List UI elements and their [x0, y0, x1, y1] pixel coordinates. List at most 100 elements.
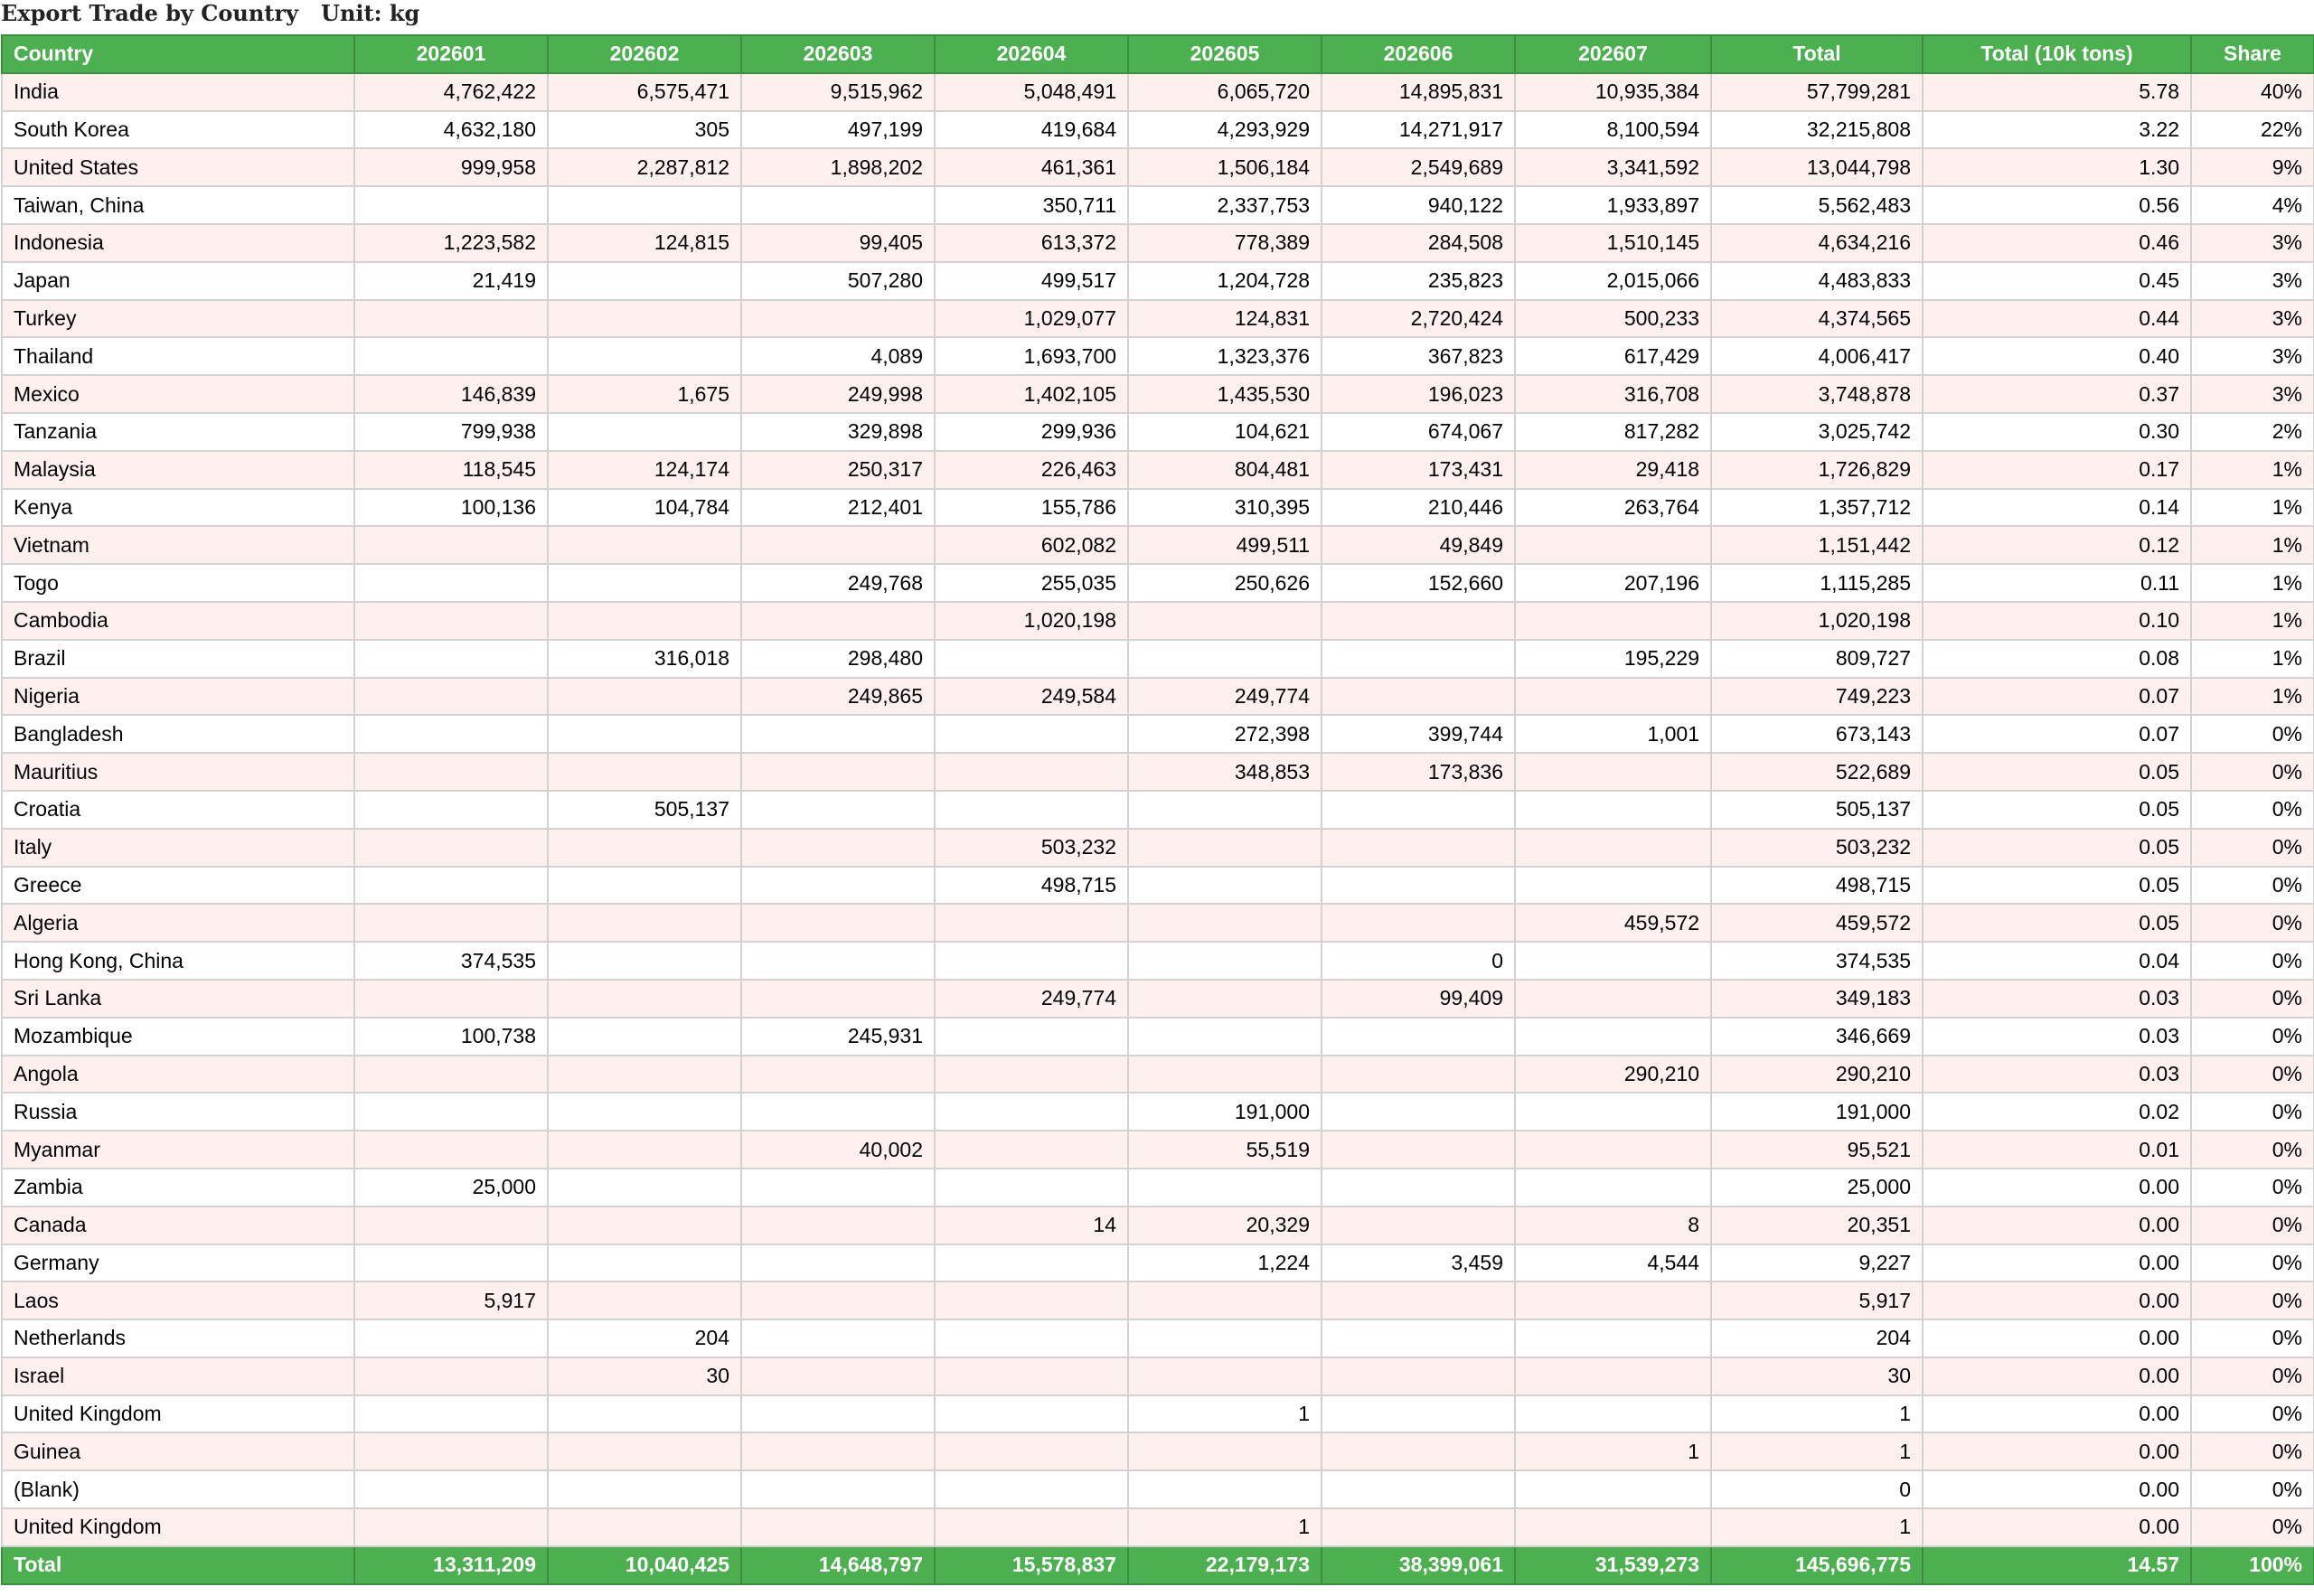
value-cell: 4,006,417	[1710, 336, 1924, 377]
value-cell	[1321, 903, 1516, 944]
value-cell	[1321, 1167, 1516, 1207]
value-cell: 8	[1514, 1205, 1712, 1245]
value-cell: 124,831	[1127, 298, 1322, 339]
value-cell	[547, 1092, 742, 1132]
value-cell	[1514, 941, 1712, 981]
value-cell	[740, 1432, 936, 1472]
value-cell	[934, 1016, 1129, 1056]
country-cell: Nigeria	[1, 676, 355, 717]
value-cell	[547, 185, 742, 225]
table-row: Thailand 4,089 1,693,700 1,323,376 367,823 61…	[1, 336, 2314, 377]
value-cell: 940,122	[1321, 185, 1516, 225]
value-cell: 399,744	[1321, 714, 1516, 755]
value-cell: 0	[1321, 941, 1516, 981]
value-cell	[934, 1167, 1129, 1207]
value-cell	[353, 185, 549, 225]
value-cell: 57,799,281	[1710, 71, 1924, 112]
table-row: Russia 191,000 191,000 0.02 0%	[1, 1092, 2314, 1132]
value-cell	[1321, 1092, 1516, 1132]
value-cell	[1514, 1356, 1712, 1396]
value-cell: 461,361	[934, 147, 1129, 188]
country-cell: United Kingdom	[1, 1394, 355, 1434]
table-row: Japan 21,419 507,280 499,517 1,204,728 235,82…	[1, 260, 2314, 301]
value-cell	[1514, 752, 1712, 792]
value-cell: 505,137	[1710, 789, 1924, 830]
value-cell: 55,519	[1127, 1130, 1322, 1169]
table-row: Brazil 316,018 298,480 195,229 809,727 0.08 1%	[1, 638, 2314, 679]
value-cell: 0.00	[1922, 1356, 2192, 1396]
country-cell: Turkey	[1, 298, 355, 339]
value-cell	[353, 1319, 549, 1358]
total-value-cell: 15,578,837	[934, 1544, 1129, 1585]
value-cell: 497,199	[740, 109, 936, 150]
value-cell	[1514, 827, 1712, 868]
value-cell	[740, 298, 936, 339]
value-cell: 374,535	[353, 941, 549, 981]
value-cell: 250,317	[740, 449, 936, 490]
table-row: Laos 5,917 5,917 0.00 0%	[1, 1281, 2314, 1321]
value-cell	[740, 1394, 936, 1434]
value-cell	[353, 1243, 549, 1283]
value-cell: 25,000	[353, 1167, 549, 1207]
value-cell	[353, 789, 549, 830]
value-cell	[547, 525, 742, 566]
value-cell	[547, 1130, 742, 1169]
value-cell: 0.05	[1922, 789, 2192, 830]
value-cell: 0.00	[1922, 1432, 2192, 1472]
value-cell: 196,023	[1321, 374, 1516, 414]
value-cell: 173,836	[1321, 752, 1516, 792]
value-cell	[1514, 600, 1712, 641]
value-cell	[1514, 978, 1712, 1019]
value-cell	[1514, 1167, 1712, 1207]
value-cell: 1,402,105	[934, 374, 1129, 414]
column-header: 202604	[934, 34, 1129, 74]
country-cell: Bangladesh	[1, 714, 355, 755]
value-cell	[353, 752, 549, 792]
value-cell	[353, 1432, 549, 1472]
value-cell	[740, 185, 936, 225]
value-cell: 0.46	[1922, 222, 2192, 263]
column-header: Total (10k tons)	[1922, 34, 2192, 74]
value-cell: 298,480	[740, 638, 936, 679]
table-row: United Kingdom 1 1 0.00 0%	[1, 1507, 2314, 1547]
country-cell: Brazil	[1, 638, 355, 679]
value-cell	[934, 941, 1129, 981]
value-cell: 499,517	[934, 260, 1129, 301]
value-cell	[547, 1469, 742, 1510]
value-cell	[547, 714, 742, 755]
table-row: (Blank) 0 0.00 0%	[1, 1469, 2314, 1510]
value-cell: 25,000	[1710, 1167, 1924, 1207]
value-cell	[547, 1205, 742, 1245]
country-cell: Croatia	[1, 789, 355, 830]
value-cell	[1514, 1319, 1712, 1358]
value-cell: 0.56	[1922, 185, 2192, 225]
value-cell	[353, 1469, 549, 1510]
value-cell	[353, 1054, 549, 1094]
value-cell: 419,684	[934, 109, 1129, 150]
value-cell: 3.22	[1922, 109, 2192, 150]
value-cell: 1,115,285	[1710, 563, 1924, 603]
value-cell	[547, 1054, 742, 1094]
value-cell	[1514, 1092, 1712, 1132]
country-cell: Cambodia	[1, 600, 355, 641]
value-cell: 249,774	[934, 978, 1129, 1019]
table-footer: Total 13,311,209 10,040,425 14,648,797 15,57…	[1, 1544, 2314, 1585]
value-cell: 210,446	[1321, 487, 1516, 528]
value-cell: 367,823	[1321, 336, 1516, 377]
country-cell: Canada	[1, 1205, 355, 1245]
value-cell	[1321, 600, 1516, 641]
value-cell	[740, 827, 936, 868]
value-cell: 40,002	[740, 1130, 936, 1169]
value-cell: 0.11	[1922, 563, 2192, 603]
value-cell: 0%	[2190, 1092, 2314, 1132]
value-cell	[353, 1507, 549, 1547]
value-cell	[1321, 1205, 1516, 1245]
value-cell: 0%	[2190, 1167, 2314, 1207]
country-cell: Israel	[1, 1356, 355, 1396]
value-cell	[1321, 1319, 1516, 1358]
value-cell	[1127, 1167, 1322, 1207]
value-cell	[353, 525, 549, 566]
value-cell: 0.07	[1922, 676, 2192, 717]
value-cell: 1,435,530	[1127, 374, 1322, 414]
value-cell: 0.08	[1922, 638, 2192, 679]
